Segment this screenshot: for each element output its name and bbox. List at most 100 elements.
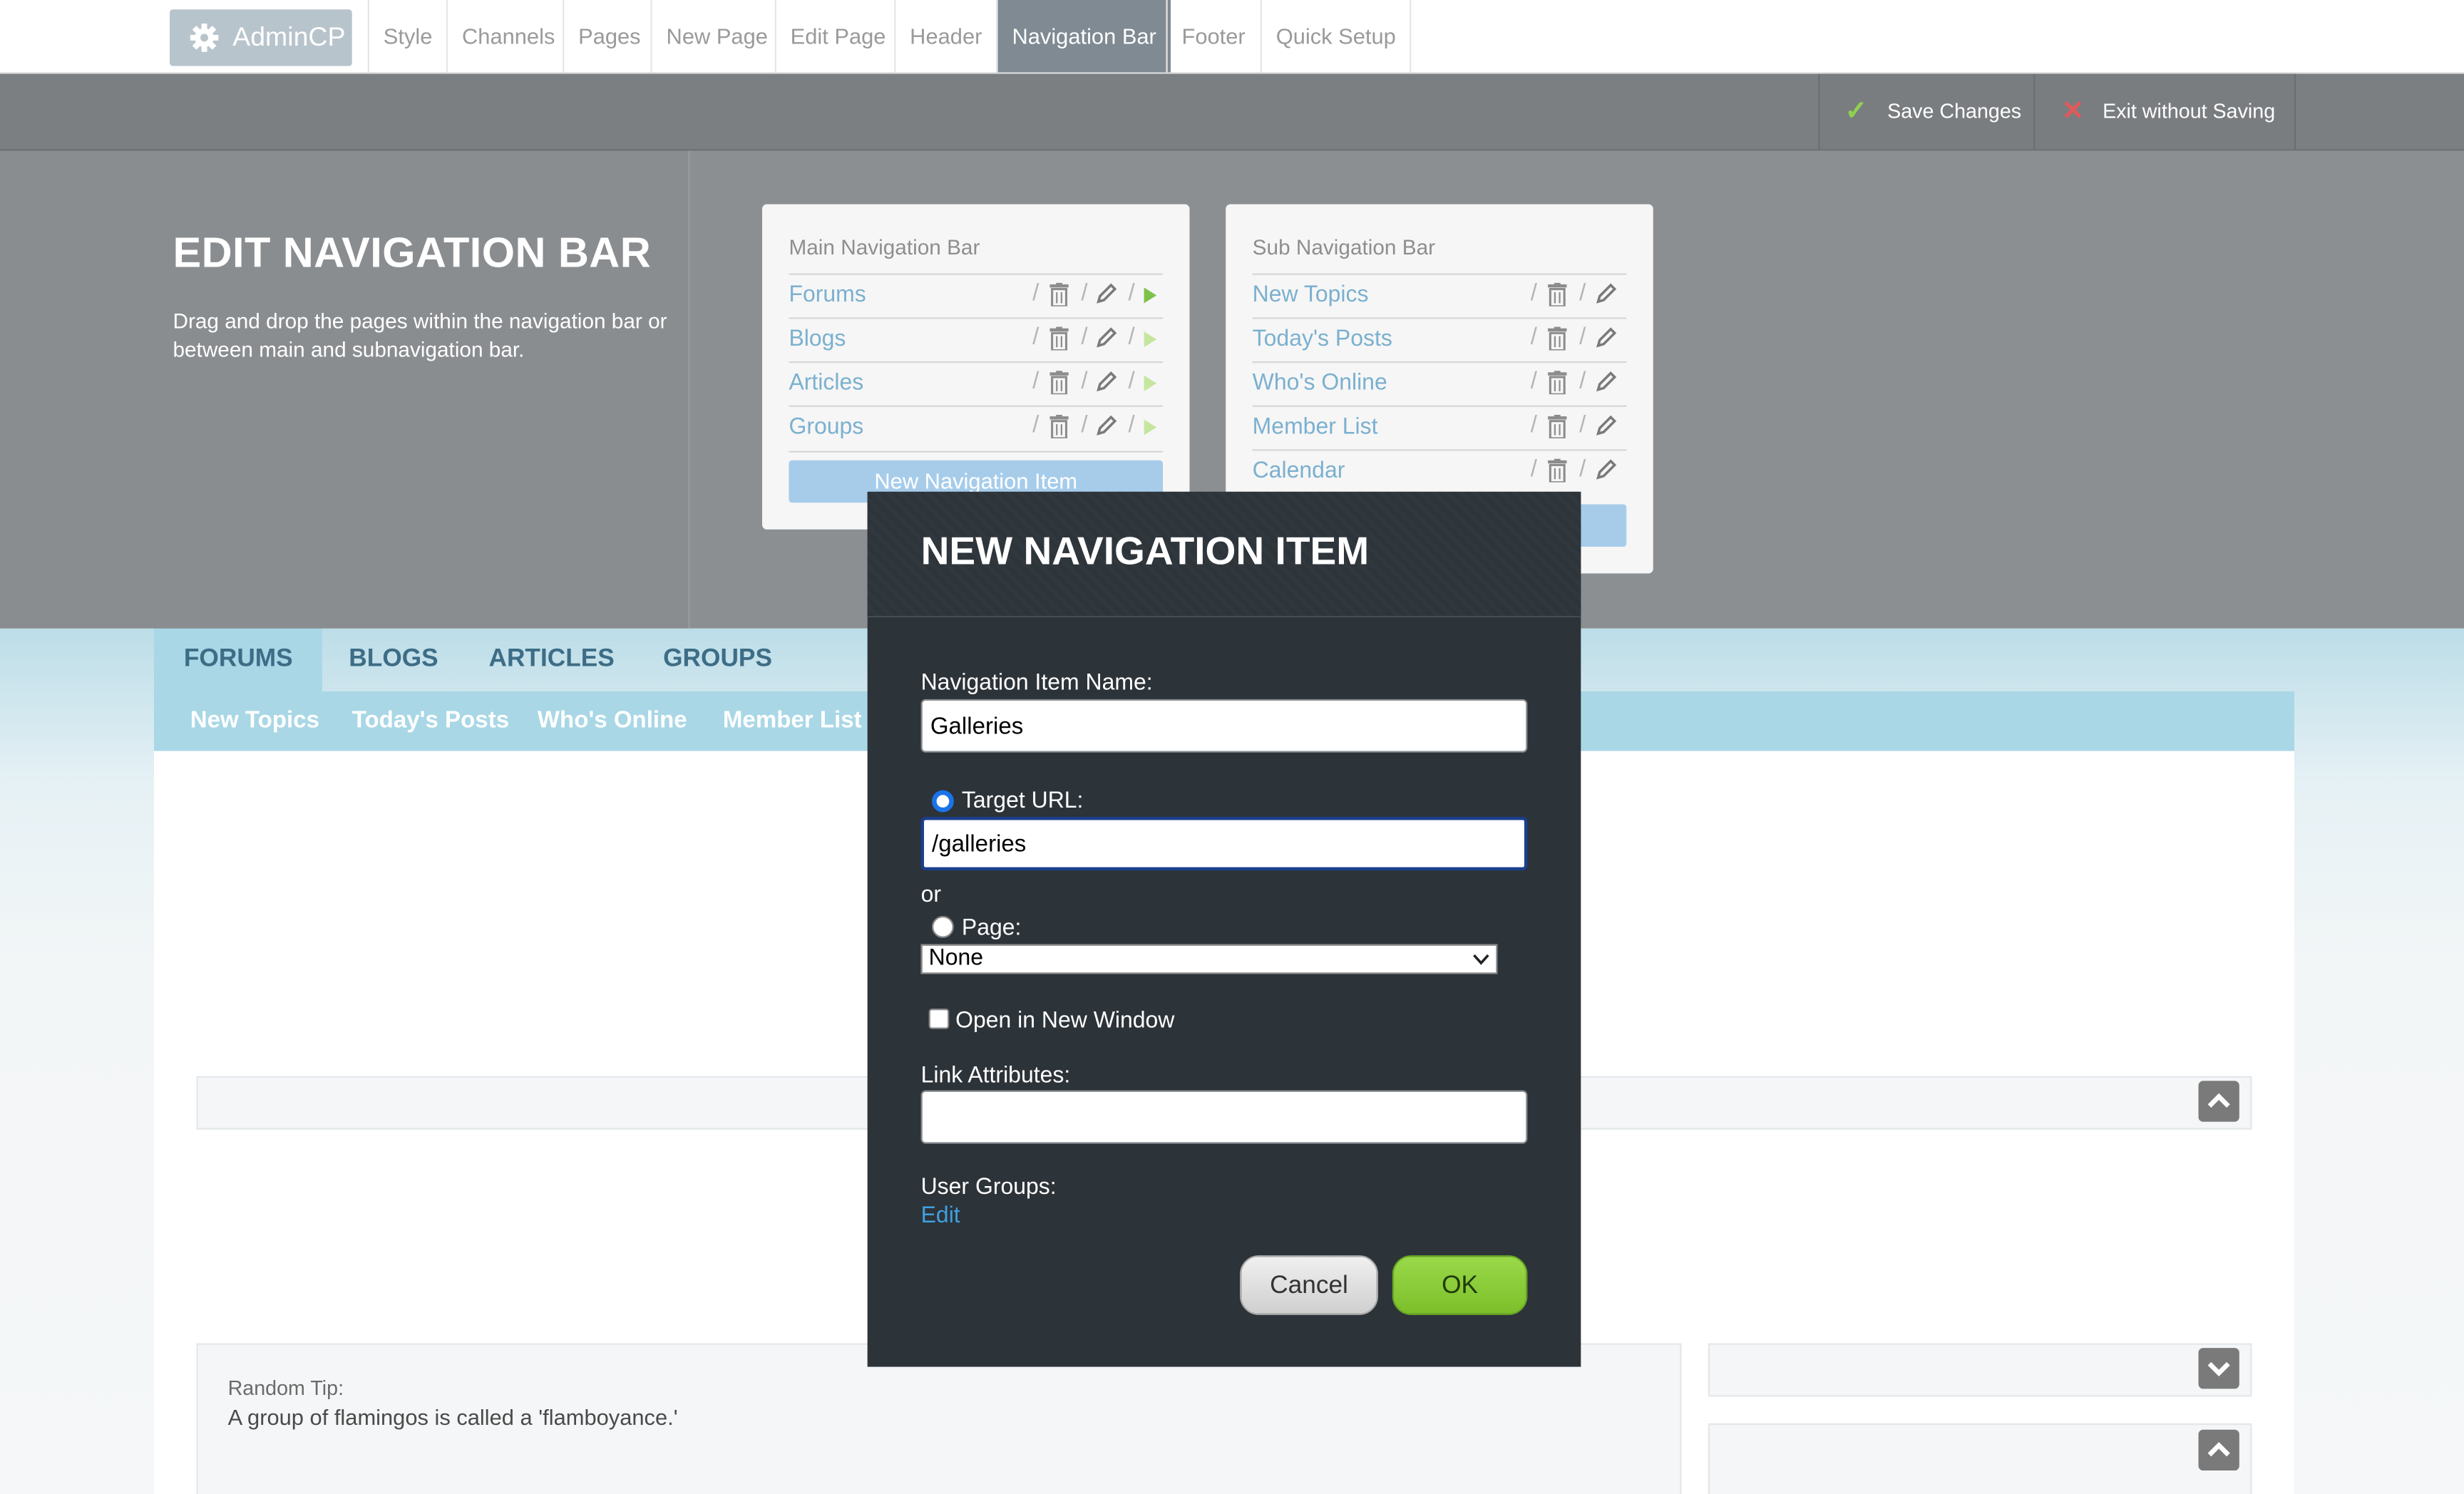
site-tab-groups[interactable]: GROUPS [633,629,802,691]
link-attributes-label: Link Attributes: [920,1063,1071,1089]
topnav-channels[interactable]: Channels [446,0,569,73]
target-url-label: Target URL: [961,788,1084,814]
play-icon[interactable] [1144,419,1157,436]
sub-nav-row[interactable]: Today's Posts / / [1252,317,1627,363]
main-nav-item-articles[interactable]: Articles [789,371,863,396]
open-new-window-checkbox[interactable] [928,1009,950,1029]
pencil-icon[interactable] [1095,371,1117,393]
play-icon[interactable] [1144,331,1157,348]
pencil-icon[interactable] [1095,415,1117,437]
topnav-pages[interactable]: Pages [563,0,654,73]
link-attributes-input[interactable] [920,1090,1528,1144]
trash-icon[interactable] [1548,371,1567,395]
pencil-icon[interactable] [1595,371,1617,393]
topnav-header[interactable]: Header [894,0,996,73]
trash-icon[interactable] [1049,371,1069,395]
sub-nav-item-member-list[interactable]: Member List [1253,415,1378,440]
main-nav-row[interactable]: Groups / / / [789,405,1164,453]
admincp-label: AdminCP [232,21,346,52]
sub-nav-title: Sub Navigation Bar [1252,235,1436,259]
new-navigation-item-dialog: NEW NAVIGATION ITEM Navigation Item Name… [867,491,1581,1367]
editor-info-panel [0,150,690,629]
main-nav-title: Main Navigation Bar [789,235,980,259]
site-subtab-whos-online[interactable]: Who's Online [538,691,687,751]
site-subtab-todays-posts[interactable]: Today's Posts [352,691,509,751]
save-changes-button[interactable]: ✓ Save Changes [1818,73,2034,150]
page-select-value: None [928,945,984,972]
trash-icon[interactable] [1548,414,1567,438]
sub-nav-item-calendar[interactable]: Calendar [1253,459,1345,484]
target-url-input[interactable] [920,817,1528,871]
exit-without-saving-button[interactable]: ✕ Exit without Saving [2033,73,2296,150]
main-nav-row[interactable]: Articles / / / [789,361,1164,407]
cancel-button[interactable]: Cancel [1240,1255,1378,1315]
trash-icon[interactable] [1548,458,1567,483]
trash-icon[interactable] [1548,326,1567,351]
chevron-up-icon[interactable] [2198,1429,2239,1471]
topnav-edit-page[interactable]: Edit Page [774,0,900,73]
trash-icon[interactable] [1049,282,1069,306]
main-nav-card: Main Navigation Bar Forums / / / Blogs /… [761,204,1190,530]
pencil-icon[interactable] [1095,283,1117,305]
check-icon: ✓ [1844,96,1868,126]
main-nav-item-groups[interactable]: Groups [789,415,863,440]
topnav-quick-setup[interactable]: Quick Setup [1260,0,1412,73]
sub-nav-row[interactable]: Who's Online / / [1252,361,1627,407]
sub-nav-row[interactable]: Member List / / [1252,405,1627,451]
site-tab-articles[interactable]: ARTICLES [459,629,645,691]
site-tab-forums[interactable]: FORUMS [154,628,323,691]
nav-item-name-input[interactable] [920,699,1528,753]
topnav-navigation-bar[interactable]: Navigation Bar [996,0,1171,73]
target-url-radio[interactable] [932,790,954,813]
site-subtab-new-topics[interactable]: New Topics [190,691,319,751]
pencil-icon[interactable] [1595,415,1617,437]
play-icon[interactable] [1144,287,1157,304]
main-nav-row[interactable]: Forums / / / [789,273,1164,319]
dialog-title: NEW NAVIGATION ITEM [920,529,1370,574]
pencil-icon[interactable] [1095,326,1117,349]
trash-icon[interactable] [1049,414,1069,438]
sub-nav-item-todays-posts[interactable]: Today's Posts [1253,326,1392,351]
site-tab-blogs[interactable]: BLOGS [319,629,468,691]
admincp-button[interactable]: AdminCP [170,9,352,66]
gear-icon [190,9,219,66]
trash-icon[interactable] [1049,326,1069,351]
sub-nav-row[interactable]: New Topics / / [1252,273,1627,319]
topnav-footer[interactable]: Footer [1166,0,1259,73]
pencil-icon[interactable] [1595,283,1617,305]
site-subtab-member-list[interactable]: Member List [723,691,862,751]
user-groups-edit-link[interactable]: Edit [921,1203,960,1228]
chevron-down-icon [1473,954,1489,965]
ok-button[interactable]: OK [1392,1255,1528,1315]
side-module-2 [1708,1423,2252,1494]
sub-nav-item-whos-online[interactable]: Who's Online [1253,371,1387,396]
page-label: Page: [961,915,1022,942]
chevron-up-icon[interactable] [2198,1081,2239,1122]
exit-without-saving-label: Exit without Saving [2103,98,2276,123]
page: FORUMS BLOGS ARTICLES GROUPS New Topics … [0,0,2464,1494]
random-tip-label: Random Tip: [227,1376,344,1400]
close-icon: ✕ [2061,96,2085,126]
topnav-new-page[interactable]: New Page [650,0,781,73]
nav-item-name-label: Navigation Item Name: [920,671,1153,696]
main-nav-item-blogs[interactable]: Blogs [789,326,846,351]
topnav-style[interactable]: Style [367,0,446,73]
user-groups-label: User Groups: [920,1175,1057,1200]
main-nav-item-forums[interactable]: Forums [789,283,866,308]
editor-title: EDIT NAVIGATION BAR [173,229,652,277]
or-label: or [920,882,942,908]
editor-description: Drag and drop the pages within the navig… [173,309,667,361]
chevron-down-icon[interactable] [2198,1348,2239,1389]
page-select[interactable]: None [920,944,1498,974]
play-icon[interactable] [1144,375,1157,391]
sub-nav-row[interactable]: Calendar / / [1252,449,1627,495]
pencil-icon[interactable] [1595,459,1617,481]
pencil-icon[interactable] [1595,326,1617,349]
page-radio[interactable] [932,915,954,938]
open-new-window-label: Open in New Window [955,1009,1175,1034]
main-nav-row[interactable]: Blogs / / / [789,317,1164,363]
trash-icon[interactable] [1548,282,1567,306]
random-tip-text: A group of flamingos is called a 'flambo… [227,1404,678,1430]
sub-nav-item-new-topics[interactable]: New Topics [1253,283,1369,308]
side-module-1 [1708,1343,2252,1397]
